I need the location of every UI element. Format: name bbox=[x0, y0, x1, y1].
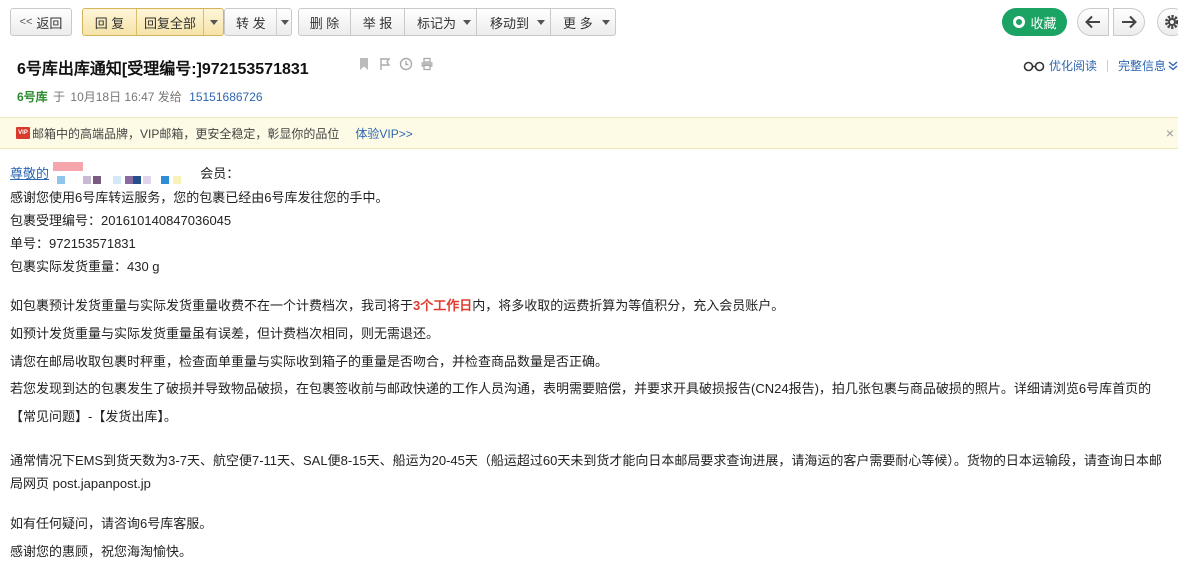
flag-icon[interactable] bbox=[378, 57, 392, 71]
full-info-label: 完整信息 bbox=[1117, 59, 1166, 73]
next-mail-button[interactable] bbox=[1113, 8, 1145, 36]
favorite-icon bbox=[1013, 16, 1026, 28]
reply-all-button[interactable]: 回复全部 bbox=[137, 9, 203, 35]
recipient[interactable]: 15151686726 bbox=[189, 90, 262, 104]
arrow-right-icon bbox=[1122, 15, 1137, 29]
arrow-left-icon bbox=[1085, 15, 1100, 29]
delete-label: 删 除 bbox=[309, 15, 340, 31]
vip-promo-banner: VIP 邮箱中的高端品牌，VIP邮箱，更安全稳定，彰显你的品位 体验VIP>> … bbox=[0, 117, 1178, 149]
previous-mail-button[interactable] bbox=[1077, 8, 1109, 36]
more-label: 更 多 bbox=[563, 15, 593, 31]
forward-button[interactable]: 转 发 bbox=[224, 8, 292, 36]
report-label: 举 报 bbox=[362, 15, 393, 31]
date-prefix: 于 bbox=[53, 90, 66, 104]
favorite-label: 收藏 bbox=[1030, 15, 1057, 31]
double-chevron-left-icon: << bbox=[19, 16, 33, 28]
damage-paragraph: 若您发现到达的包裹发生了破损并导致物品破损，在包裹签收前与邮政快递的工作人员沟通… bbox=[10, 381, 1152, 424]
refund-paragraph: 如包裹预计发货重量与实际发货重量收费不在一个计费档次，我司将于3个工作日内，将多… bbox=[10, 295, 784, 314]
redacted-member-name bbox=[52, 161, 197, 184]
chevron-down-icon[interactable] bbox=[281, 20, 289, 25]
chevron-down-icon bbox=[537, 20, 545, 25]
greeting-line: 尊敬的 会员： bbox=[10, 161, 240, 184]
divider bbox=[1106, 59, 1108, 72]
optimize-reading-label: 优化阅读 bbox=[1048, 59, 1097, 73]
thanks-line: 感谢您使用6号库转运服务，您的包裹已经由6号库发往您的手中。 bbox=[10, 190, 389, 205]
contact-paragraph: 如有任何疑问，请咨询6号库客服。 bbox=[10, 516, 213, 531]
weigh-check-paragraph: 请您在邮局收取包裹时秤重，检查面单重量与实际收到箱子的重量是否吻合，并检查商品数… bbox=[10, 354, 609, 369]
greeting-prefix[interactable]: 尊敬的 bbox=[10, 166, 49, 181]
refund-text-after: 内，将多收取的运费折算为等值积分，充入会员账户。 bbox=[472, 298, 785, 313]
reply-label: 回 复 bbox=[94, 15, 125, 31]
clock-icon[interactable] bbox=[399, 57, 413, 71]
forward-label: 转 发 bbox=[236, 15, 266, 31]
mail-meta: 6号库 于 10月18日 16:47 发给 15151686726 bbox=[17, 88, 263, 105]
chevron-down-icon bbox=[209, 19, 218, 25]
sent-to-label: 发给 bbox=[157, 90, 182, 104]
glasses-icon bbox=[1023, 61, 1045, 71]
reply-dropdown-button[interactable] bbox=[204, 9, 223, 35]
subject-icons bbox=[357, 57, 434, 71]
greeting-suffix: 会员： bbox=[200, 166, 240, 181]
more-button[interactable]: 更 多 bbox=[550, 8, 616, 36]
reply-button-group: 回 复 回复全部 bbox=[82, 8, 224, 36]
order-number-line: 单号：972153571831 bbox=[10, 236, 136, 251]
mail-subject: 6号库出库通知[受理编号:]972153571831 bbox=[17, 61, 309, 78]
sender-name[interactable]: 6号库 bbox=[17, 90, 48, 104]
vip-badge-icon: VIP bbox=[16, 127, 30, 139]
close-icon[interactable]: × bbox=[1166, 125, 1174, 141]
favorite-button[interactable]: 收藏 bbox=[1002, 8, 1067, 36]
delete-button[interactable]: 删 除 bbox=[298, 8, 351, 36]
move-to-label: 移动到 bbox=[490, 15, 530, 31]
move-to-button[interactable]: 移动到 bbox=[476, 8, 551, 36]
optimize-reading-link[interactable]: 优化阅读 bbox=[1023, 57, 1097, 74]
double-chevron-down-icon bbox=[1168, 60, 1178, 70]
no-refund-paragraph: 如预计发货重量与实际发货重量虽有误差，但计费档次相同，则无需退还。 bbox=[10, 326, 440, 341]
bookmark-icon[interactable] bbox=[357, 57, 371, 71]
mark-as-label: 标记为 bbox=[417, 15, 457, 31]
chevron-down-icon bbox=[602, 20, 610, 25]
chevron-down-icon bbox=[463, 20, 471, 25]
mark-as-button[interactable]: 标记为 bbox=[404, 8, 477, 36]
reply-all-label: 回复全部 bbox=[143, 15, 196, 31]
back-label: 返回 bbox=[36, 15, 63, 31]
vip-promo-text: 邮箱中的高端品牌，VIP邮箱，更安全稳定，彰显你的品位 bbox=[32, 126, 340, 141]
closing-paragraph: 感谢您的惠顾，祝您海淘愉快。 bbox=[10, 544, 193, 559]
toolbar: << 返回 回 复 回复全部 转 发 删 除 举 报 标记为 移动到 更 多 收… bbox=[0, 0, 1178, 46]
print-icon[interactable] bbox=[420, 57, 434, 71]
sent-date: 10月18日 16:47 bbox=[70, 90, 155, 104]
refund-highlight: 3个工作日 bbox=[413, 298, 473, 313]
delivery-time-paragraph: 通常情况下EMS到货天数为3-7天、航空便7-11天、SAL便8-15天、船运为… bbox=[10, 453, 1162, 491]
gear-icon bbox=[1165, 15, 1178, 29]
full-info-link[interactable]: 完整信息 bbox=[1118, 57, 1178, 74]
report-button[interactable]: 举 报 bbox=[350, 8, 405, 36]
settings-button[interactable] bbox=[1157, 8, 1178, 36]
acceptance-number-line: 包裹受理编号：201610140847036045 bbox=[10, 213, 232, 228]
header-actions: 优化阅读 完整信息 bbox=[1023, 57, 1178, 74]
back-button[interactable]: << 返回 bbox=[10, 8, 72, 36]
vip-trial-link[interactable]: 体验VIP>> bbox=[355, 125, 412, 142]
divider bbox=[276, 9, 277, 35]
weight-line: 包裹实际发货重量：430 g bbox=[10, 259, 160, 274]
refund-text-before: 如包裹预计发货重量与实际发货重量收费不在一个计费档次，我司将于 bbox=[10, 298, 414, 313]
reply-button[interactable]: 回 复 bbox=[83, 9, 136, 35]
